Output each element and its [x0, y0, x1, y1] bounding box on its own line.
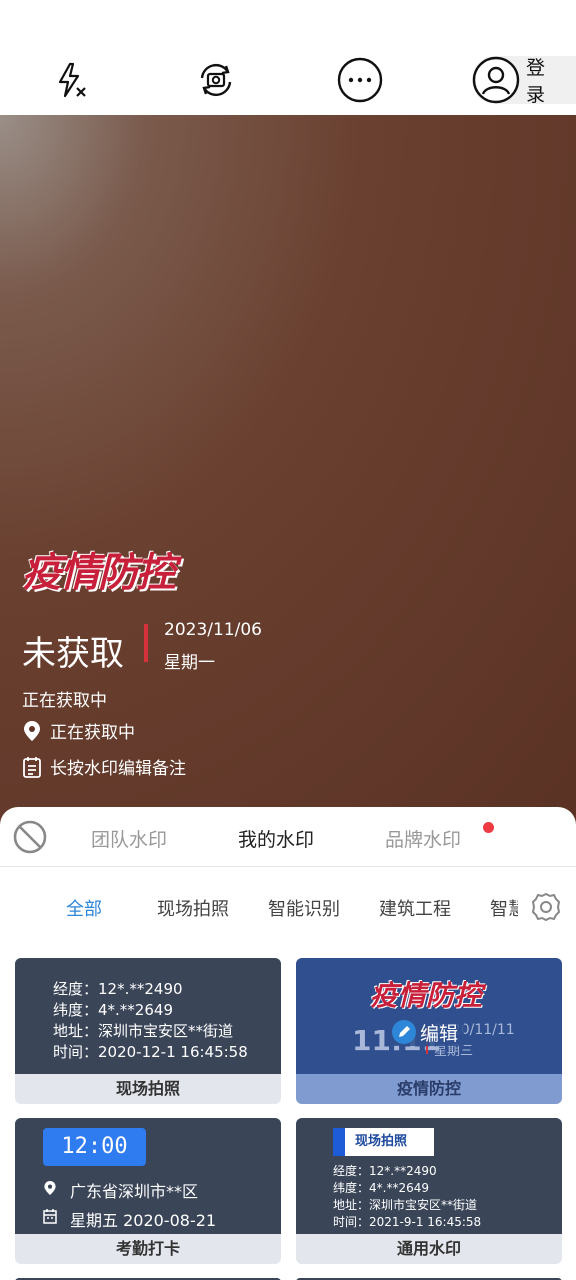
flash-off-icon[interactable]	[46, 56, 94, 104]
watermark-card-epidemic[interactable]: 疫情防控 11:11 2020/11/11 星期三 编辑 疫情防控	[296, 958, 562, 1104]
card-logo: 疫情防控	[370, 979, 483, 1012]
card-text: 经度：12*.**2490	[333, 1164, 437, 1178]
watermark-location-text: 正在获取中	[50, 723, 135, 743]
watermark-weekday: 星期一	[164, 653, 215, 673]
note-icon	[23, 756, 41, 778]
settings-icon[interactable]	[530, 891, 562, 923]
watermark-panel: 团队水印 我的水印 品牌水印 全部 现场拍照 智能识别 建筑工程 智慧 经度：1…	[0, 807, 576, 1280]
tab-team-watermark[interactable]: 团队水印	[91, 825, 167, 852]
location-status: 未获取	[22, 634, 124, 674]
edit-label: 编辑	[420, 1022, 459, 1045]
calendar-icon	[43, 1209, 57, 1224]
card-title: 现场拍照	[15, 1074, 281, 1104]
tab-my-watermark[interactable]: 我的水印	[238, 825, 314, 852]
epidemic-logo: 疫情防控	[22, 549, 176, 596]
card-text: 地址：深圳市宝安区**街道	[333, 1198, 478, 1212]
card-title: 疫情防控	[296, 1074, 562, 1104]
card-text: 时间：2020-12-1 16:45:58	[53, 1043, 248, 1061]
user-avatar-icon	[472, 56, 520, 104]
card-text: 纬度：4*.**2649	[333, 1181, 429, 1195]
top-toolbar: 登 录	[0, 0, 576, 115]
divider-bar	[144, 624, 148, 662]
watermark-card-onsite[interactable]: 经度：12*.**2490 纬度：4*.**2649 地址：深圳市宝安区**街道…	[15, 958, 281, 1104]
watermark-location: 正在获取中	[22, 718, 135, 743]
location-pin-icon	[24, 720, 40, 741]
watermark-card-attendance[interactable]: 12:00 广东省深圳市**区 星期五 2020-08-21 考勤打卡	[15, 1118, 281, 1264]
edit-button[interactable]: 编辑	[392, 1018, 465, 1046]
notification-dot	[483, 822, 494, 833]
camera-switch-icon[interactable]	[192, 56, 240, 104]
location-pin-icon	[44, 1181, 56, 1195]
watermark-note[interactable]: 长按水印编辑备注	[22, 754, 186, 779]
edit-icon	[392, 1020, 416, 1044]
category-construction[interactable]: 建筑工程	[379, 895, 451, 921]
card-text: 纬度：4*.**2649	[53, 1001, 173, 1019]
category-bar: 全部 现场拍照 智能识别 建筑工程 智慧	[0, 867, 576, 947]
card-title: 考勤打卡	[15, 1234, 281, 1264]
card-text: 时间：2021-9-1 16:45:58	[333, 1215, 482, 1229]
watermark-note-text: 长按水印编辑备注	[50, 759, 186, 779]
card-location: 广东省深圳市**区	[70, 1182, 199, 1201]
watermark-tabs: 团队水印 我的水印 品牌水印	[0, 807, 576, 867]
category-smart-recognition[interactable]: 智能识别	[268, 895, 340, 921]
card-badge: 现场拍照	[333, 1128, 434, 1156]
more-icon[interactable]	[336, 56, 384, 104]
card-text: 地址：深圳市宝安区**街道	[53, 1022, 234, 1040]
category-onsite-photo[interactable]: 现场拍照	[157, 895, 229, 921]
category-smart[interactable]: 智慧	[490, 895, 518, 921]
category-all[interactable]: 全部	[66, 895, 102, 921]
login-label: 登 录	[525, 57, 547, 106]
card-title: 通用水印	[296, 1234, 562, 1264]
card-clock: 12:00	[43, 1128, 146, 1166]
card-text: 经度：12*.**2490	[53, 980, 183, 998]
login-button[interactable]: 登 录	[472, 56, 576, 106]
watermark-date: 2023/11/06	[164, 620, 262, 640]
watermark-card-general[interactable]: 现场拍照 经度：12*.**2490 纬度：4*.**2649 地址：深圳市宝安…	[296, 1118, 562, 1264]
tab-brand-watermark[interactable]: 品牌水印	[385, 825, 461, 852]
watermark-info-line: 正在获取中	[22, 691, 107, 711]
no-watermark-icon[interactable]	[12, 819, 48, 855]
card-date: 星期五 2020-08-21	[70, 1211, 217, 1230]
